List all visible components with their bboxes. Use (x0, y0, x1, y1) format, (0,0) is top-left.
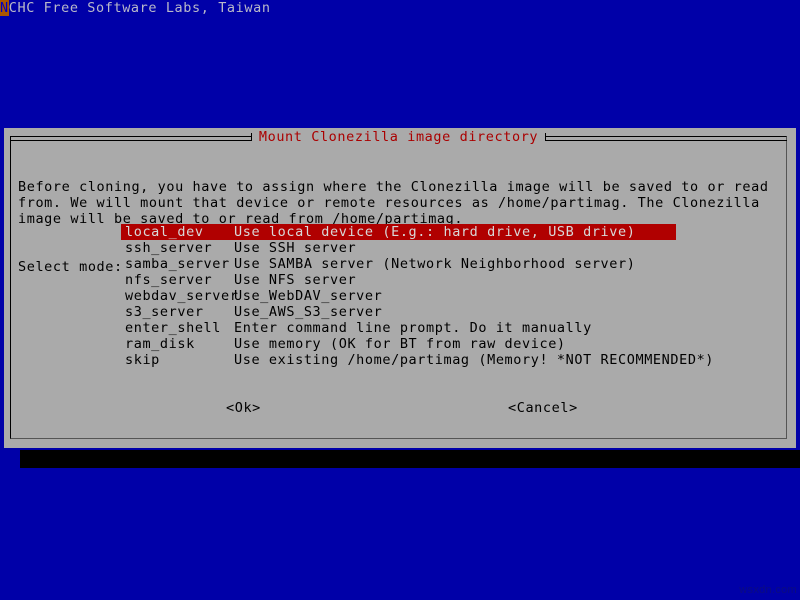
cancel-button[interactable]: <Cancel> (508, 400, 578, 416)
menu-item-description: Use NFS server (234, 272, 357, 288)
watermark-text: wsxdn.com (739, 584, 797, 596)
menu-item-description: Use_AWS_S3_server (234, 304, 383, 320)
console-header-line: NCHC Free Software Labs, Taiwan (0, 0, 800, 17)
menu-item-description: Use existing /home/partimag (Memory! *NO… (234, 352, 715, 368)
menu-item-ssh_server[interactable]: ssh_server Use SSH server (121, 240, 676, 256)
menu-item-samba_server[interactable]: samba_server Use SAMBA server (Network N… (121, 256, 676, 272)
console-cursor-block: N (0, 0, 9, 16)
dialog-button-row: <Ok> <Cancel> (4, 400, 793, 416)
dialog-title: Mount Clonezilla image directory (251, 130, 546, 145)
console-header-text: CHC Free Software Labs, Taiwan (8, 0, 271, 16)
menu-item-description: Use_WebDAV_server (234, 288, 383, 304)
menu-item-webdav_server[interactable]: webdav_server Use_WebDAV_server (121, 288, 676, 304)
menu-item-description: Use SAMBA server (Network Neighborhood s… (234, 256, 636, 272)
mode-menu-list[interactable]: local_dev Use local device (E.g.: hard d… (121, 224, 721, 368)
title-rule-left (10, 133, 252, 141)
dialog-title-bar: Mount Clonezilla image directory (10, 130, 788, 145)
menu-item-ram_disk[interactable]: ram_disk Use memory (OK for BT from raw … (121, 336, 676, 352)
menu-item-tag: ram_disk (125, 336, 195, 352)
menu-item-tag: local_dev (125, 224, 204, 240)
menu-item-description: Enter command line prompt. Do it manuall… (234, 320, 592, 336)
menu-item-nfs_server[interactable]: nfs_server Use NFS server (121, 272, 676, 288)
menu-item-tag: enter_shell (125, 320, 222, 336)
menu-item-tag: nfs_server (125, 272, 213, 288)
menu-item-tag: samba_server (125, 256, 230, 272)
menu-item-enter_shell[interactable]: enter_shell Enter command line prompt. D… (121, 320, 676, 336)
menu-item-tag: skip (125, 352, 160, 368)
console-black-band (20, 450, 800, 468)
menu-item-description: Use memory (OK for BT from raw device) (234, 336, 566, 352)
menu-item-skip[interactable]: skip Use existing /home/partimag (Memory… (121, 352, 713, 368)
dialog-description: Before cloning, you have to assign where… (18, 179, 778, 227)
title-rule-right (545, 133, 788, 141)
menu-item-description: Use SSH server (234, 240, 357, 256)
mount-image-directory-dialog: Mount Clonezilla image directory Before … (4, 128, 796, 448)
menu-item-s3_server[interactable]: s3_server Use_AWS_S3_server (121, 304, 676, 320)
menu-item-tag: ssh_server (125, 240, 213, 256)
ok-button[interactable]: <Ok> (226, 400, 261, 416)
menu-item-tag: webdav_server (125, 288, 239, 304)
menu-item-local_dev[interactable]: local_dev Use local device (E.g.: hard d… (121, 224, 676, 240)
menu-item-description: Use local device (E.g.: hard drive, USB … (234, 224, 636, 240)
menu-item-tag: s3_server (125, 304, 204, 320)
